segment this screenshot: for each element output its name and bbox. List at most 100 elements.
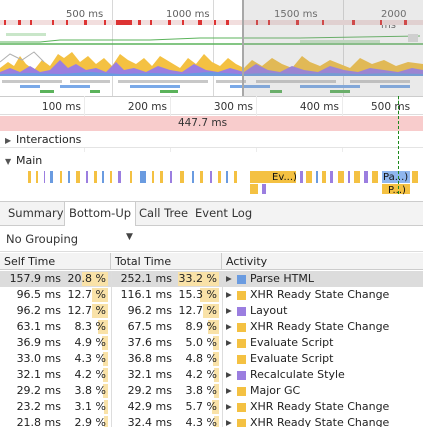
expand-triangle-icon[interactable]: ▶ xyxy=(226,271,232,287)
total-time-percent: 4.8 % xyxy=(185,352,217,365)
timeline-overview[interactable]: 500 ms 1000 ms 1500 ms 2000 ms xyxy=(0,0,423,96)
category-color-swatch xyxy=(237,419,246,427)
ruler-tick: 100 ms xyxy=(41,101,81,113)
table-row[interactable]: 23.2 ms 3.1 % 42.9 ms 5.7 % ▶ XHR Ready State… xyxy=(0,399,423,415)
table-row[interactable]: 21.8 ms 2.9 % 32.4 ms 4.3 % ▶ XHR Ready State… xyxy=(0,415,423,427)
activity-name: Parse HTML xyxy=(250,272,315,285)
tab-event-log[interactable]: Event Log xyxy=(191,202,256,226)
activity-name: Evaluate Script xyxy=(250,336,334,349)
ruler-tick: 200 ms xyxy=(127,101,167,113)
expand-triangle-icon[interactable]: ▶ xyxy=(226,303,232,319)
chevron-down-icon[interactable]: ▼ xyxy=(126,232,133,242)
self-time-value: 96.5 ms xyxy=(16,288,61,301)
column-header-self-time[interactable]: Self Time xyxy=(0,253,111,270)
frame-duration-label: 447.7 ms xyxy=(177,117,228,129)
ruler-tick: 300 ms xyxy=(213,101,253,113)
expand-triangle-icon[interactable]: ▶ xyxy=(226,335,232,351)
total-time-value: 32.1 ms xyxy=(127,368,172,381)
grouping-select[interactable]: No Grouping xyxy=(6,232,78,246)
self-time-percent: 3.8 % xyxy=(74,384,106,397)
tab-call-tree[interactable]: Call Tree xyxy=(135,202,192,226)
table-row[interactable]: 33.0 ms 4.3 % 36.8 ms 4.8 % Evaluate Script xyxy=(0,351,423,367)
column-divider xyxy=(222,303,223,319)
self-time-value: 33.0 ms xyxy=(16,352,61,365)
overview-unselected-region xyxy=(242,0,423,96)
self-time-percent: 4.2 % xyxy=(74,368,106,381)
ruler-tick: 500 ms xyxy=(371,101,411,113)
total-time-value: 96.2 ms xyxy=(127,304,172,317)
table-row[interactable]: 32.1 ms 4.2 % 32.1 ms 4.2 % ▶ Recalculate Sty… xyxy=(0,367,423,383)
self-time-value: 21.8 ms xyxy=(16,416,61,427)
expand-triangle-icon[interactable]: ▶ xyxy=(226,287,232,303)
activity-name: Layout xyxy=(250,304,288,317)
total-time-percent: 5.0 % xyxy=(185,336,217,349)
timeline-ruler: 100 ms 200 ms 300 ms 400 ms 500 ms xyxy=(0,96,423,115)
total-time-percent: 3.8 % xyxy=(185,384,217,397)
tab-bottom-up[interactable]: Bottom-Up xyxy=(64,202,137,226)
self-time-percent: 8.3 % xyxy=(74,320,106,333)
self-time-value: 36.9 ms xyxy=(16,336,61,349)
expand-triangle-icon[interactable]: ▶ xyxy=(226,415,232,427)
category-color-swatch xyxy=(237,339,246,348)
self-time-percent: 4.9 % xyxy=(74,336,106,349)
table-header: Self Time Total Time Activity xyxy=(0,253,423,270)
column-divider xyxy=(222,335,223,351)
category-color-swatch xyxy=(237,403,246,412)
table-row[interactable]: 96.2 ms 12.7 % 96.2 ms 12.7 % ▶ Layout xyxy=(0,303,423,319)
column-header-activity[interactable]: Activity xyxy=(222,253,423,270)
expand-triangle-icon[interactable]: ▶ xyxy=(226,399,232,415)
total-time-percent: 33.2 % xyxy=(178,272,217,285)
main-flame-chart[interactable] xyxy=(0,169,423,195)
category-color-swatch xyxy=(237,323,246,332)
self-time-value: 32.1 ms xyxy=(16,368,61,381)
total-time-value: 67.5 ms xyxy=(127,320,172,333)
total-time-value: 252.1 ms xyxy=(120,272,172,285)
category-color-swatch xyxy=(237,275,246,284)
column-divider xyxy=(222,367,223,383)
total-time-value: 32.4 ms xyxy=(127,416,172,427)
total-time-percent: 8.9 % xyxy=(185,320,217,333)
total-time-percent: 5.7 % xyxy=(185,400,217,413)
grouping-toolbar: No Grouping ▼ xyxy=(0,226,423,252)
category-color-swatch xyxy=(237,387,246,396)
column-divider xyxy=(222,415,223,427)
collapse-triangle-icon[interactable]: ▼ xyxy=(5,153,16,170)
activity-name: XHR Ready State Change xyxy=(250,288,390,301)
activity-name: XHR Ready State Change xyxy=(250,320,390,333)
expand-triangle-icon[interactable]: ▶ xyxy=(5,136,16,145)
self-time-percent: 2.9 % xyxy=(74,416,106,427)
self-time-percent: 12.7 % xyxy=(67,288,106,301)
self-time-value: 63.1 ms xyxy=(16,320,61,333)
main-track-label: Main xyxy=(16,154,43,167)
category-color-swatch xyxy=(237,307,246,316)
table-row[interactable]: 36.9 ms 4.9 % 37.6 ms 5.0 % ▶ Evaluate Script xyxy=(0,335,423,351)
column-divider xyxy=(222,399,223,415)
expand-triangle-icon[interactable]: ▶ xyxy=(226,367,232,383)
bottom-up-table: 157.9 ms 20.8 % 252.1 ms 33.2 % ▶ Parse HTML 9… xyxy=(0,271,423,427)
expand-triangle-icon[interactable]: ▶ xyxy=(226,319,232,335)
column-header-total-time[interactable]: Total Time xyxy=(111,253,222,270)
activity-name: Major GC xyxy=(250,384,301,397)
overview-selection-handle[interactable] xyxy=(242,0,244,96)
column-divider xyxy=(222,319,223,335)
self-time-value: 23.2 ms xyxy=(16,400,61,413)
table-row[interactable]: 96.5 ms 12.7 % 116.1 ms 15.3 % ▶ XHR Ready St… xyxy=(0,287,423,303)
column-divider xyxy=(222,287,223,303)
total-time-value: 42.9 ms xyxy=(127,400,172,413)
flame-event-label: Ev...) xyxy=(272,172,296,183)
table-row[interactable]: 157.9 ms 20.8 % 252.1 ms 33.2 % ▶ Parse HTML xyxy=(0,271,423,287)
activity-name: Evaluate Script xyxy=(250,352,334,365)
column-divider xyxy=(222,271,223,287)
activity-name: Recalculate Style xyxy=(250,368,345,381)
tab-summary[interactable]: Summary xyxy=(4,202,68,226)
total-time-value: 29.2 ms xyxy=(127,384,172,397)
table-row[interactable]: 63.1 ms 8.3 % 67.5 ms 8.9 % ▶ XHR Ready State… xyxy=(0,319,423,335)
total-time-value: 116.1 ms xyxy=(120,288,172,301)
total-time-value: 37.6 ms xyxy=(127,336,172,349)
table-row[interactable]: 29.2 ms 3.8 % 29.2 ms 3.8 % ▶ Major GC xyxy=(0,383,423,399)
interactions-track[interactable]: ▶ Interactions xyxy=(0,131,423,148)
total-time-value: 36.8 ms xyxy=(127,352,172,365)
category-color-swatch xyxy=(237,291,246,300)
activity-name: XHR Ready State Change xyxy=(250,400,390,413)
expand-triangle-icon[interactable]: ▶ xyxy=(226,383,232,399)
